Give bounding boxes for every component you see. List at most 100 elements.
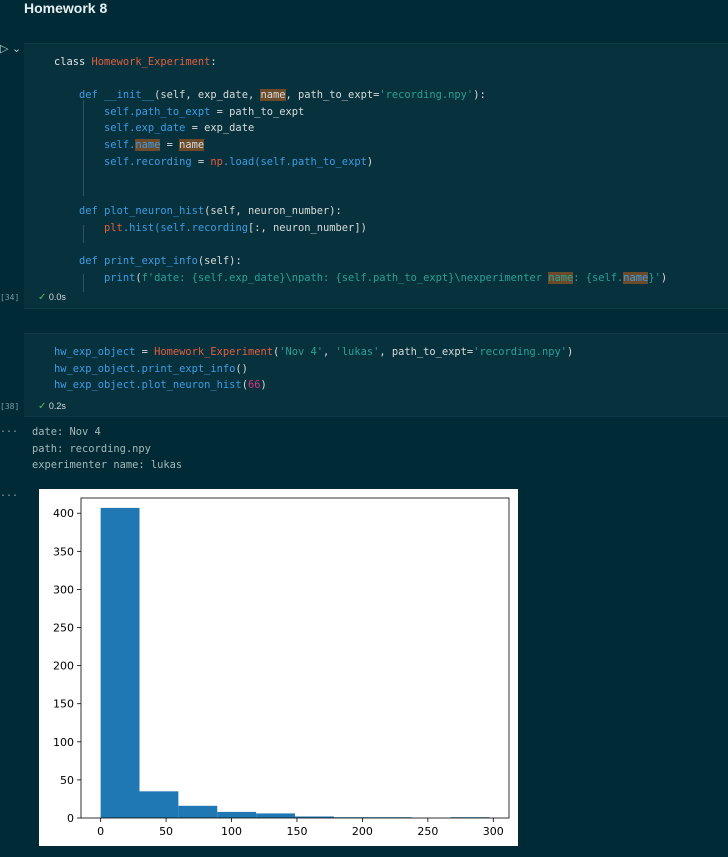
code-editor[interactable]: class Homework_Experiment: def __init__(…	[54, 54, 667, 286]
cell-status: ✓ 0.0s	[38, 292, 66, 303]
highlighted-token: name	[623, 271, 649, 284]
execution-count: [34]	[0, 293, 20, 302]
code-token: ,	[323, 346, 336, 358]
attribute: self.path_to_expt	[260, 155, 367, 168]
y-tick-label: 400	[53, 507, 74, 520]
self-token: self	[104, 105, 130, 118]
code-token: (self):	[197, 255, 242, 268]
code-token: )	[366, 155, 374, 168]
code-token: =	[160, 138, 180, 151]
variable: hw_exp_object	[54, 379, 136, 392]
code-editor[interactable]: hw_exp_object = Homework_Experiment('Nov…	[54, 344, 573, 394]
code-token: )	[360, 221, 367, 234]
histogram-bar	[256, 813, 295, 818]
code-token: )	[660, 271, 668, 284]
keyword: def	[79, 205, 105, 218]
x-tick-label: 150	[286, 825, 307, 838]
x-tick-label: 50	[159, 825, 173, 838]
self-token: self	[104, 155, 130, 168]
highlighted-token: name	[548, 271, 574, 284]
highlighted-token: name	[260, 89, 286, 102]
variable: hw_exp_object	[54, 346, 136, 358]
string-literal: : {self.	[573, 271, 624, 284]
class-name: Homework_Experiment	[91, 56, 211, 68]
y-tick-label: 50	[60, 774, 74, 787]
y-tick-label: 100	[53, 736, 74, 749]
histogram-bar	[178, 805, 218, 818]
y-tick-label: 200	[53, 660, 74, 673]
y-tick-label: 300	[53, 583, 74, 596]
attribute: self.recording	[160, 221, 248, 234]
histogram-bar	[139, 791, 179, 818]
output-line: path: recording.npy	[32, 442, 151, 455]
code-token: =	[191, 155, 211, 168]
function-name: print_expt_info	[104, 255, 198, 268]
code-token: )	[260, 379, 267, 392]
x-tick-label: 300	[483, 825, 504, 838]
cell-status: ✓ 0.2s	[38, 401, 66, 412]
class-name: Homework_Experiment	[154, 346, 273, 358]
function-name: plot_neuron_hist	[104, 205, 205, 218]
highlighted-token: name	[179, 138, 205, 151]
number-literal: 66	[247, 379, 261, 392]
keyword: def	[79, 89, 105, 102]
code-cell-run-experiment[interactable]: hw_exp_object = Homework_Experiment('Nov…	[24, 333, 728, 417]
code-token: , path_to_expt=	[379, 346, 474, 358]
code-token: = exp_date	[185, 122, 255, 135]
text-output: date: Nov 4 path: recording.npy experime…	[32, 424, 182, 474]
attribute: .path_to_expt	[129, 105, 211, 118]
self-token: self	[104, 138, 130, 151]
code-token: =	[135, 346, 155, 358]
output-line: date: Nov 4	[32, 426, 101, 438]
y-tick-label: 0	[67, 812, 74, 825]
keyword: def	[79, 255, 105, 268]
string-literal: f'date: {self.exp_date}\npath: {self.pat…	[141, 271, 549, 284]
collapse-chevron-icon[interactable]: ▷ ⌄	[0, 42, 21, 55]
x-tick-label: 0	[97, 825, 104, 838]
self-token: self	[104, 122, 130, 135]
output-line: experimenter name: lukas	[32, 459, 183, 472]
code-token: ):	[473, 89, 486, 102]
y-tick-label: 350	[53, 545, 74, 558]
string-literal: 'Nov 4'	[279, 346, 324, 358]
code-token: = path_to_expt	[210, 105, 305, 118]
string-literal: }'	[648, 271, 661, 284]
output-menu-icon[interactable]: ...	[0, 424, 18, 435]
y-tick-label: 150	[53, 698, 74, 711]
code-token: (self, exp_date,	[154, 89, 261, 102]
code-token: , path_to_expt=	[285, 89, 380, 102]
function-call: .load(	[222, 155, 261, 168]
string-literal: 'lukas'	[335, 346, 380, 358]
x-tick-label: 200	[352, 825, 373, 838]
attribute: .exp_date	[129, 122, 186, 135]
output-menu-icon[interactable]: ...	[0, 488, 18, 499]
module-name: np	[210, 155, 223, 168]
run-time: 0.2s	[48, 401, 66, 411]
code-token: [:, neuron_number]	[247, 221, 361, 234]
code-token: ()	[235, 362, 248, 375]
y-tick-label: 250	[53, 622, 74, 635]
variable: hw_exp_object	[54, 362, 136, 375]
notebook-heading: Homework 8	[24, 0, 108, 16]
histogram-bar	[100, 507, 140, 818]
histogram-svg: 0 50 100 150 200 250 300 0 50 100 150 200 250 300 350 4…	[53, 497, 510, 838]
string-literal: 'recording.npy'	[379, 89, 474, 102]
x-tick-label: 100	[221, 825, 242, 838]
run-time: 0.0s	[48, 292, 66, 302]
checkmark-icon: ✓	[38, 292, 47, 303]
highlighted-token: name	[135, 138, 161, 151]
execution-count: [38]	[0, 402, 20, 411]
method-call: .print_expt_info	[135, 362, 236, 375]
function-name: __init__	[104, 89, 155, 102]
histogram-bar	[217, 811, 257, 818]
x-tick-label: 250	[417, 825, 438, 838]
checkmark-icon: ✓	[38, 401, 47, 412]
method-call: .plot_neuron_hist	[135, 379, 242, 392]
code-token: (self, neuron_number):	[204, 205, 342, 218]
histogram-plot: 0 50 100 150 200 250 300 0 50 100 150 200 250 300 350 4…	[39, 489, 518, 846]
code-cell-class-definition[interactable]: class Homework_Experiment: def __init__(…	[24, 43, 728, 309]
attribute: .recording	[129, 155, 192, 168]
function-call: print	[104, 271, 136, 284]
axes-frame	[80, 497, 510, 819]
module-name: plt	[104, 221, 123, 234]
